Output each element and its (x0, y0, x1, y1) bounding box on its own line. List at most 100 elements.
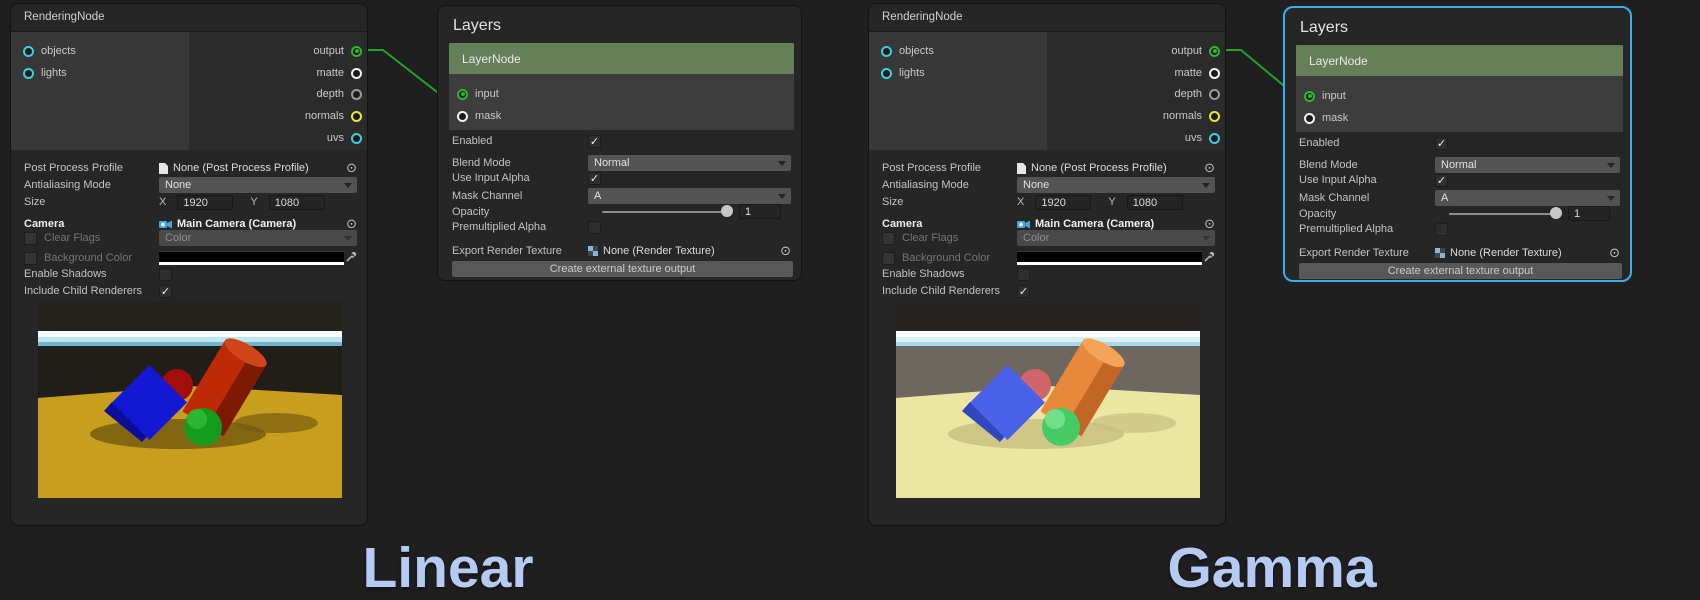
mask-channel-dropdown[interactable]: A (1435, 190, 1620, 206)
use-input-alpha-checkbox[interactable]: ✓ (1435, 174, 1448, 187)
property-label: Enable Shadows (882, 268, 965, 280)
port-normals[interactable] (351, 111, 362, 122)
linear-caption: Linear (362, 538, 533, 598)
port-normals[interactable] (1209, 111, 1220, 122)
layer-name: LayerNode (1309, 54, 1368, 68)
port-output[interactable] (1209, 46, 1220, 57)
object-picker-icon[interactable]: ⊙ (346, 161, 357, 175)
export-render-texture-field[interactable]: None (Render Texture) ⊙ (588, 244, 791, 258)
include-child-renderers-checkbox[interactable]: ✓ (159, 285, 172, 298)
camera-icon (1017, 220, 1030, 229)
port-mask[interactable] (1304, 113, 1315, 124)
eyedropper-icon[interactable] (1204, 251, 1215, 262)
size-x-input[interactable]: 1920 (1035, 195, 1091, 210)
object-picker-icon[interactable]: ⊙ (780, 244, 791, 258)
dropdown-value: Normal (1441, 159, 1476, 171)
size-y-input[interactable]: 1080 (269, 195, 325, 210)
opacity-slider-track[interactable] (602, 211, 727, 213)
enable-shadows-checkbox[interactable] (1017, 268, 1030, 281)
eyedropper-icon[interactable] (346, 251, 357, 262)
blend-mode-dropdown[interactable]: Normal (588, 155, 791, 171)
port-output[interactable] (351, 46, 362, 57)
size-x-label: X (159, 196, 166, 208)
clear-flags-dropdown[interactable]: Color (1017, 230, 1215, 246)
render-texture-icon (1435, 248, 1445, 258)
node-title[interactable]: RenderingNode (11, 4, 367, 32)
size-x-input[interactable]: 1920 (177, 195, 233, 210)
port-input[interactable] (1304, 91, 1315, 102)
port-label: input (475, 88, 499, 100)
property-label: Mask Channel (1299, 192, 1369, 204)
blend-mode-dropdown[interactable]: Normal (1435, 157, 1620, 173)
port-mask[interactable] (457, 111, 468, 122)
use-input-alpha-checkbox[interactable]: ✓ (588, 172, 601, 185)
port-label: mask (1322, 112, 1348, 124)
property-label: Antialiasing Mode (882, 179, 969, 191)
layers-title[interactable]: Layers (1300, 19, 1348, 37)
layers-title[interactable]: Layers (453, 17, 501, 35)
antialiasing-mode-dropdown[interactable]: None (159, 177, 357, 193)
chevron-down-icon (1607, 196, 1615, 201)
port-lights[interactable] (23, 68, 34, 79)
property-label: Export Render Texture (452, 245, 562, 257)
antialiasing-mode-dropdown[interactable]: None (1017, 177, 1215, 193)
post-process-profile-field[interactable]: None (Post Process Profile) ⊙ (1017, 161, 1215, 175)
port-label: uvs (327, 132, 344, 144)
clear-flags-checkbox[interactable] (882, 232, 895, 245)
property-label: Size (24, 196, 45, 208)
document-icon (1017, 163, 1026, 174)
size-y-label: Y (250, 196, 257, 208)
size-y-input[interactable]: 1080 (1127, 195, 1183, 210)
opacity-value-field[interactable]: 1 (1568, 206, 1610, 221)
chevron-down-icon (344, 236, 352, 241)
port-matte[interactable] (1209, 68, 1220, 79)
port-uvs[interactable] (1209, 133, 1220, 144)
opacity-slider-knob[interactable] (1550, 207, 1562, 219)
layers-node-panel-linear: Layers LayerNode input mask Enabled ✓ Bl… (437, 5, 802, 281)
background-color-swatch[interactable] (159, 251, 344, 265)
premultiplied-alpha-checkbox[interactable] (588, 221, 601, 234)
create-external-texture-output-button[interactable]: Create external texture output (1299, 263, 1622, 279)
clear-flags-dropdown[interactable]: Color (159, 230, 357, 246)
connection-dot (355, 49, 359, 53)
port-lights[interactable] (881, 68, 892, 79)
property-label: Export Render Texture (1299, 247, 1409, 259)
port-objects[interactable] (23, 46, 34, 57)
enabled-checkbox[interactable]: ✓ (588, 135, 601, 148)
render-preview-gamma (896, 302, 1200, 498)
mask-channel-dropdown[interactable]: A (588, 188, 791, 204)
clear-flags-checkbox[interactable] (24, 232, 37, 245)
port-label: input (1322, 90, 1346, 102)
port-depth[interactable] (351, 89, 362, 100)
export-render-texture-field[interactable]: None (Render Texture) ⊙ (1435, 246, 1620, 260)
camera-field[interactable]: Main Camera (Camera) ⊙ (159, 217, 357, 231)
object-picker-icon[interactable]: ⊙ (1204, 161, 1215, 175)
layer-node-header[interactable]: LayerNode (449, 43, 794, 74)
opacity-slider-knob[interactable] (721, 205, 733, 217)
port-input[interactable] (457, 89, 468, 100)
port-matte[interactable] (351, 68, 362, 79)
chevron-down-icon (1607, 163, 1615, 168)
background-color-swatch[interactable] (1017, 251, 1202, 265)
port-label: depth (1174, 88, 1202, 100)
opacity-value-field[interactable]: 1 (739, 204, 781, 219)
background-color-checkbox[interactable] (24, 252, 37, 265)
port-objects[interactable] (881, 46, 892, 57)
enabled-checkbox[interactable]: ✓ (1435, 137, 1448, 150)
object-picker-icon[interactable]: ⊙ (346, 217, 357, 231)
port-uvs[interactable] (351, 133, 362, 144)
node-title[interactable]: RenderingNode (869, 4, 1225, 32)
opacity-slider-track[interactable] (1449, 213, 1556, 215)
port-depth[interactable] (1209, 89, 1220, 100)
post-process-profile-field[interactable]: None (Post Process Profile) ⊙ (159, 161, 357, 175)
premultiplied-alpha-checkbox[interactable] (1435, 223, 1448, 236)
background-color-checkbox[interactable] (882, 252, 895, 265)
node-ports: objects lights output matte depth normal… (11, 32, 367, 150)
enable-shadows-checkbox[interactable] (159, 268, 172, 281)
include-child-renderers-checkbox[interactable]: ✓ (1017, 285, 1030, 298)
layer-node-header[interactable]: LayerNode (1296, 45, 1623, 76)
object-picker-icon[interactable]: ⊙ (1609, 246, 1620, 260)
camera-field[interactable]: Main Camera (Camera) ⊙ (1017, 217, 1215, 231)
create-external-texture-output-button[interactable]: Create external texture output (452, 261, 793, 277)
object-picker-icon[interactable]: ⊙ (1204, 217, 1215, 231)
